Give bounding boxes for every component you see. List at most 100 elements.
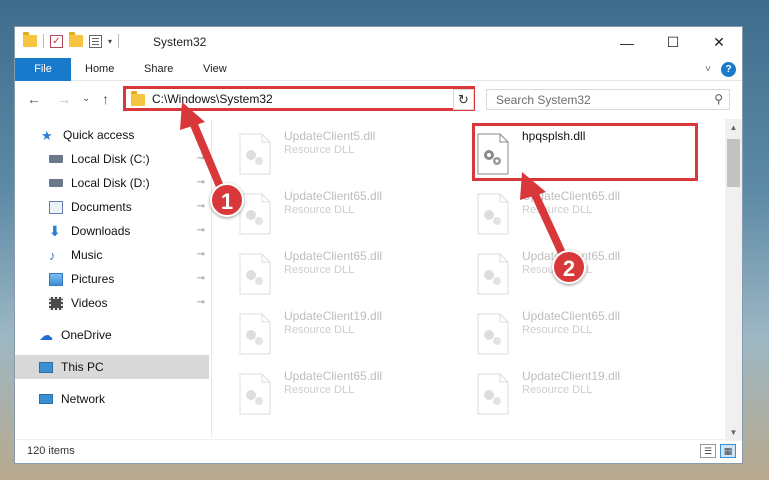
maximize-button[interactable]: ☐ (650, 27, 696, 58)
file-list: UpdateClient5.dll Resource DLL hpqsplsh.… (212, 119, 726, 437)
quick-access-toolbar: ✓ ▾ (23, 32, 120, 48)
sidebar-item-downloads[interactable]: ⬇ Downloads ⊸ (15, 219, 209, 243)
file-item[interactable]: UpdateClient5.dll Resource DLL (212, 129, 432, 179)
sidebar-item-label: Documents (71, 200, 132, 214)
recent-locations-chevron-icon[interactable]: ⌄ (82, 93, 90, 104)
sidebar-item-documents[interactable]: Documents ⊸ (15, 195, 209, 219)
sidebar-item-local-disk-d[interactable]: Local Disk (D:) ⊸ (15, 171, 209, 195)
pin-icon[interactable]: ⊸ (197, 249, 205, 260)
sidebar-item-label: Pictures (71, 272, 115, 286)
dll-file-icon (239, 253, 271, 295)
pin-icon[interactable]: ⊸ (197, 273, 205, 284)
toolbar-divider (43, 34, 44, 48)
dll-file-icon (239, 313, 271, 355)
file-item[interactable]: UpdateClient65.dll Resource DLL (212, 249, 432, 299)
tab-home[interactable]: Home (85, 58, 114, 81)
file-name: UpdateClient65.dll (284, 249, 383, 263)
file-item[interactable]: UpdateClient65.dll Resource DLL (450, 189, 670, 239)
up-arrow-icon[interactable]: ↑ (102, 91, 109, 107)
checkmark-icon[interactable]: ✓ (50, 34, 63, 48)
minimize-button[interactable]: — (604, 27, 650, 58)
sidebar-item-quick-access[interactable]: ★ Quick access (15, 123, 209, 147)
tab-view[interactable]: View (203, 58, 227, 81)
sidebar-item-videos[interactable]: Videos ⊸ (15, 291, 209, 315)
expand-ribbon-chevron-icon[interactable]: ˅ (705, 64, 711, 75)
search-placeholder: Search System32 (496, 93, 591, 107)
tab-share[interactable]: Share (144, 58, 173, 81)
properties-icon[interactable] (89, 34, 102, 48)
tiles-view-icon[interactable]: ▦ (720, 444, 736, 458)
forward-arrow-icon[interactable]: → (57, 91, 71, 107)
address-path[interactable]: C:\Windows\System32 (152, 92, 273, 106)
status-bar: 120 items ☰ ▦ (15, 439, 742, 463)
explorer-window: ✓ ▾ System32 — ☐ ✕ File Home Share View … (14, 26, 743, 464)
pin-icon[interactable]: ⊸ (197, 297, 205, 308)
sidebar-item-network[interactable]: Network (15, 387, 209, 411)
back-arrow-icon[interactable]: ← (27, 91, 41, 107)
sidebar-item-music[interactable]: ♪ Music ⊸ (15, 243, 209, 267)
tab-file[interactable]: File (15, 58, 71, 81)
videos-icon (49, 296, 63, 310)
file-name: UpdateClient65.dll (284, 369, 383, 383)
music-icon: ♪ (49, 247, 56, 263)
drive-icon (49, 179, 63, 187)
vertical-scrollbar[interactable]: ▲ ▼ (725, 119, 742, 441)
pin-icon[interactable]: ⊸ (197, 225, 205, 236)
sidebar-item-onedrive[interactable]: ☁ OneDrive (15, 323, 209, 347)
title-bar: ✓ ▾ System32 — ☐ ✕ (15, 27, 742, 58)
file-name: UpdateClient19.dll (522, 369, 621, 383)
downloads-icon: ⬇ (49, 222, 61, 239)
star-icon: ★ (41, 127, 53, 143)
address-bar[interactable]: C:\Windows\System32 ⌵ (123, 86, 475, 111)
step-two-badge: 2 (552, 250, 586, 284)
file-type: Resource DLL (284, 384, 355, 396)
sidebar-item-label: OneDrive (61, 328, 112, 342)
file-name: UpdateClient19.dll (284, 309, 383, 323)
customize-toolbar-chevron-icon[interactable]: ▾ (108, 37, 112, 46)
sidebar-item-label: Network (61, 392, 106, 406)
cloud-icon: ☁ (39, 326, 53, 343)
file-item[interactable]: UpdateClient19.dll Resource DLL (212, 309, 432, 359)
file-item[interactable]: UpdateClient65.dll Resource DLL (212, 189, 432, 239)
sidebar-item-local-disk-c[interactable]: Local Disk (C:) ⊸ (15, 147, 209, 171)
toolbar-divider (118, 34, 120, 48)
details-view-icon[interactable]: ☰ (700, 444, 716, 458)
dll-file-icon (477, 253, 509, 295)
pc-icon (39, 361, 53, 373)
pin-icon[interactable]: ⊸ (197, 201, 205, 212)
network-icon (39, 394, 53, 404)
file-name: UpdateClient65.dll (522, 189, 621, 203)
sidebar-item-this-pc[interactable]: This PC (15, 355, 209, 379)
navigation-pane: ★ Quick access Local Disk (C:) ⊸ Local D… (15, 119, 211, 437)
scroll-up-icon[interactable]: ▲ (725, 119, 742, 136)
sidebar-item-pictures[interactable]: Pictures ⊸ (15, 267, 209, 291)
file-type: Resource DLL (284, 204, 355, 216)
search-icon[interactable]: ⚲ (714, 92, 723, 106)
file-item[interactable]: UpdateClient65.dll Resource DLL (450, 309, 670, 359)
pin-icon[interactable]: ⊸ (197, 153, 205, 164)
scroll-thumb[interactable] (727, 139, 740, 187)
item-count: 120 items (27, 445, 75, 457)
refresh-button[interactable]: ↻ (453, 89, 474, 110)
file-item[interactable]: UpdateClient65.dll Resource DLL (212, 369, 432, 419)
window-title: System32 (153, 35, 207, 49)
sidebar-item-label: Local Disk (D:) (71, 176, 150, 190)
window-controls: — ☐ ✕ (604, 27, 742, 58)
search-input[interactable]: Search System32 ⚲ (486, 89, 730, 110)
dll-file-icon (477, 193, 509, 235)
sidebar-item-label: Local Disk (C:) (71, 152, 150, 166)
folder-icon (131, 91, 145, 106)
close-button[interactable]: ✕ (696, 27, 742, 58)
file-type: Resource DLL (284, 324, 355, 336)
file-type: Resource DLL (284, 264, 355, 276)
file-type: Resource DLL (522, 204, 593, 216)
file-type: Resource DLL (522, 324, 593, 336)
new-folder-icon[interactable] (69, 32, 83, 47)
highlight-box (472, 123, 698, 181)
file-name: UpdateClient5.dll (284, 129, 376, 143)
file-item[interactable]: UpdateClient19.dll Resource DLL (450, 369, 670, 419)
help-icon[interactable]: ? (721, 62, 736, 77)
file-type: Resource DLL (284, 144, 355, 156)
file-name: UpdateClient65.dll (284, 189, 383, 203)
pin-icon[interactable]: ⊸ (197, 177, 205, 188)
